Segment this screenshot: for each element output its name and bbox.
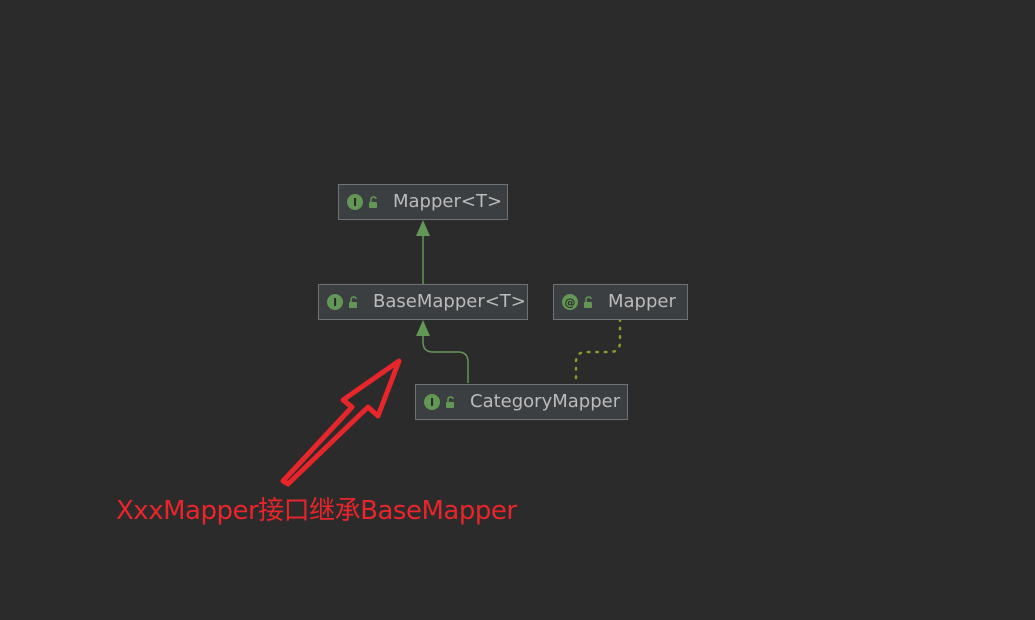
unlocked-icon	[446, 396, 454, 408]
annotation-text: XxxMapper接口继承BaseMapper	[116, 496, 517, 526]
edge-categorymapper-to-mapper-annotation	[574, 318, 622, 380]
diagram-canvas: I Mapper<T> I BaseMapper<T> @ Mapper I C…	[0, 0, 1035, 620]
node-mapper-annotation[interactable]: @ Mapper	[553, 284, 688, 320]
node-label: Mapper<T>	[393, 191, 503, 212]
unlocked-icon	[369, 196, 377, 208]
interface-icon: I	[327, 294, 343, 310]
node-label: Mapper	[608, 291, 676, 312]
edge-categorymapper-to-basemapper	[422, 332, 469, 383]
interface-icon: I	[424, 394, 440, 410]
unlocked-icon	[584, 296, 592, 308]
annotation-arrow	[280, 358, 402, 487]
node-label: BaseMapper<T>	[373, 291, 526, 312]
edge-categorymapper-to-basemapper-arrowhead	[416, 320, 430, 336]
node-category-mapper[interactable]: I CategoryMapper	[415, 384, 628, 420]
node-base-mapper[interactable]: I BaseMapper<T>	[318, 284, 528, 320]
annotation-icon: @	[562, 294, 578, 310]
edge-basemapper-to-mapper-arrowhead	[416, 220, 430, 236]
unlocked-icon	[349, 296, 357, 308]
node-label: CategoryMapper	[470, 391, 621, 412]
node-mapper-generic[interactable]: I Mapper<T>	[338, 184, 508, 220]
interface-icon: I	[347, 194, 363, 210]
